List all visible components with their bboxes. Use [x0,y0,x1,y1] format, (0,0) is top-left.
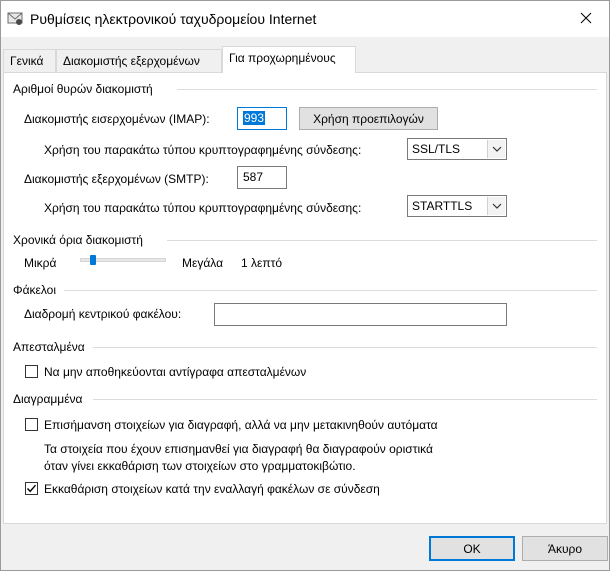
settings-dialog: Ρυθμίσεις ηλεκτρονικού ταχυδρομείου Inte… [0,0,610,571]
folders-group-divider [64,290,597,291]
smtp-port-label: Διακομιστής εξερχομένων (SMTP): [24,172,209,186]
timeouts-group-divider [167,240,597,241]
cancel-button[interactable]: Άκυρο [522,536,608,561]
deleted-group-divider [93,399,597,400]
timeouts-group-title: Χρονικά όρια διακομιστή [13,233,143,247]
smtp-port-input[interactable]: 587 [237,166,287,189]
no-sent-copies-label: Να μην αποθηκεύονται αντίγραφα απεσταλμέ… [44,365,307,379]
purge-items-checkbox[interactable] [25,482,38,495]
no-sent-copies-checkbox[interactable] [25,365,38,378]
imap-encryption-select[interactable]: SSL/TLS [407,138,507,160]
folders-group-title: Φάκελοι [13,283,57,297]
sent-group-title: Απεσταλμένα [13,340,85,354]
ports-group-title: Αριθμοί θυρών διακομιστή [13,82,153,96]
imap-port-value: 993 [243,111,266,125]
tab-general[interactable]: Γενικά [3,49,56,72]
use-defaults-button[interactable]: Χρήση προεπιλογών [299,107,438,130]
deleted-group-title: Διαγραμμένα [13,392,83,406]
imap-encryption-label: Χρήση του παρακάτω τύπου κρυπτογραφημένη… [44,143,362,157]
close-icon [580,12,592,24]
checkmark-icon [26,484,37,493]
imap-port-input[interactable]: 993 [237,107,287,130]
smtp-encryption-value: STARTTLS [412,199,473,213]
close-button[interactable] [563,1,609,35]
window-title: Ρυθμίσεις ηλεκτρονικού ταχυδρομείου Inte… [30,11,317,27]
smtp-port-value: 587 [243,170,264,184]
smtp-encryption-label: Χρήση του παρακάτω τύπου κρυπτογραφημένη… [44,201,362,215]
mark-for-deletion-checkbox[interactable] [25,418,38,431]
imap-encryption-value: SSL/TLS [412,142,461,156]
root-folder-input[interactable] [214,303,507,326]
advanced-panel: Αριθμοί θυρών διακομιστή Διακομιστής εισ… [3,72,607,524]
title-bar: Ρυθμίσεις ηλεκτρονικού ταχυδρομείου Inte… [1,1,609,37]
imap-port-label: Διακομιστής εισερχομένων (IMAP): [24,112,210,126]
purge-items-label: Εκκαθάριση στοιχείων κατά την εναλλαγή φ… [44,482,380,496]
smtp-encryption-select[interactable]: STARTTLS [407,195,507,217]
ports-group-divider [177,89,597,90]
tab-advanced[interactable]: Για προχωρημένους [222,46,356,73]
tab-outgoing-server[interactable]: Διακομιστής εξερχομένων [56,49,222,72]
mail-settings-icon [7,12,23,25]
ok-button[interactable]: OK [429,536,515,561]
deletion-info-line2: όταν γίνει εκκαθάριση των στοιχείων στο … [44,459,356,473]
chevron-down-icon [487,140,505,158]
chevron-down-icon [487,197,505,215]
root-folder-label: Διαδρομή κεντρικού φακέλου: [24,307,182,321]
timeout-long-label: Μεγάλα [182,256,224,270]
sent-group-divider [93,347,597,348]
timeout-short-label: Μικρά [24,256,57,270]
mark-for-deletion-label: Επισήμανση στοιχείων για διαγραφή, αλλά … [44,418,438,432]
timeout-slider-thumb[interactable] [89,255,96,265]
timeout-value: 1 λεπτό [241,256,283,270]
deletion-info-line1: Τα στοιχεία που έχουν επισημανθεί για δι… [44,442,433,456]
